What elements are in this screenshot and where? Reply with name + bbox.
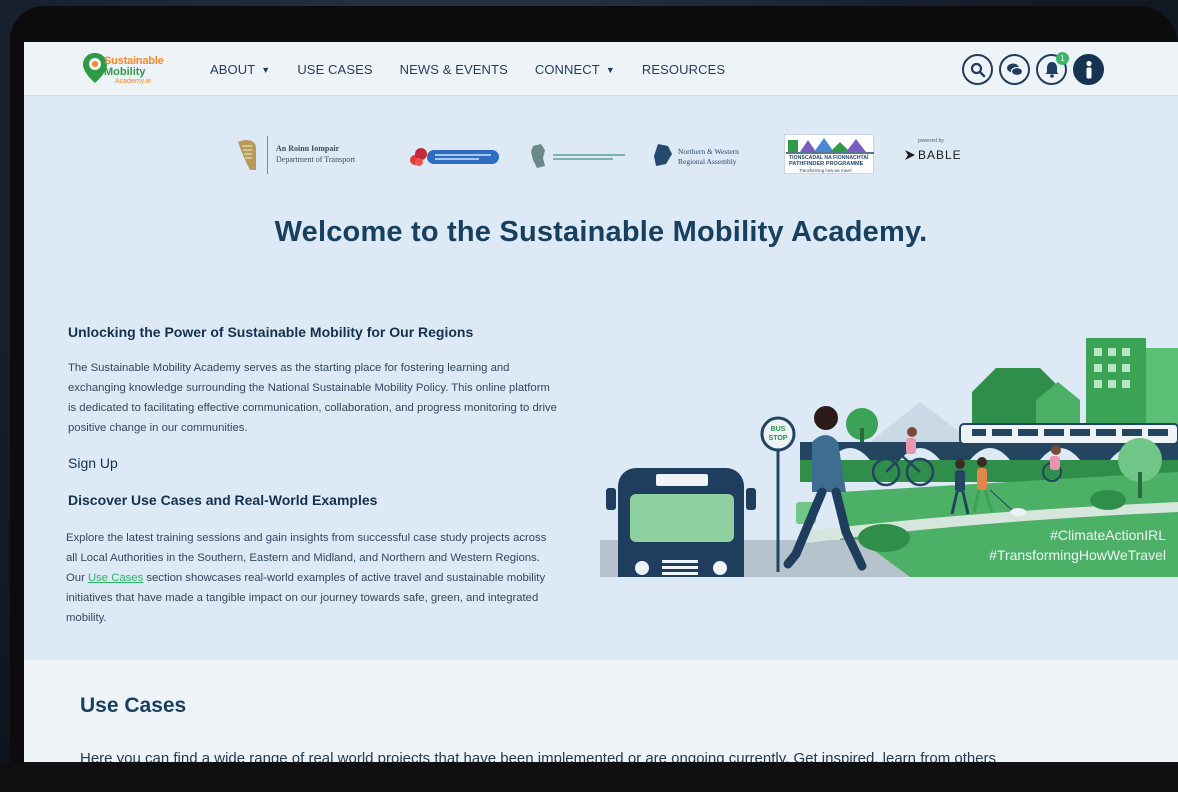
use-cases-heading: Use Cases: [80, 694, 187, 717]
use-cases-intro: Here you can find a wide range of real w…: [80, 750, 997, 762]
partner-logos: An Roinn Iompair Department of Transport: [24, 130, 1178, 180]
section-heading-discover: Discover Use Cases and Real-World Exampl…: [68, 492, 378, 508]
pathfinder-line3: Transforming how we travel: [799, 168, 852, 173]
nav-item-resources[interactable]: RESOURCES: [642, 62, 725, 77]
northern-western-regional-assembly-logo: Northern & Western Regional Assembly: [652, 142, 762, 170]
regional-assembly-mark: [410, 148, 499, 166]
search-icon: [970, 62, 985, 77]
bable-arrow-icon: [905, 150, 915, 160]
hero-illustration: BUS STOP #ClimateActionIRL #Transforming…: [600, 332, 1178, 618]
intro-paragraph: The Sustainable Mobility Academy serves …: [68, 362, 557, 434]
ireland-map-mark: [531, 144, 625, 168]
nwra-map-mark: [654, 144, 672, 166]
nav-item-use-cases[interactable]: USE CASES: [297, 62, 372, 77]
nav-label: USE CASES: [297, 62, 373, 77]
laptop-bottom-edge: [0, 762, 1178, 792]
pathfinder-programme-logo: TIONSCADAL NA FIONNACHTAÍ PATHFINDER PRO…: [784, 134, 874, 174]
use-cases-link[interactable]: Use Cases: [88, 572, 143, 584]
department-of-transport-logo: An Roinn Iompair Department of Transport: [234, 134, 384, 178]
chat-bubbles-icon: [1006, 63, 1023, 76]
bable-name: BABLE: [918, 148, 962, 162]
bus-stop-line1: BUS: [771, 426, 786, 433]
site-logo[interactable]: Sustainable Mobility Academy.ie: [82, 52, 172, 88]
top-navigation: Sustainable Mobility Academy.ie ABOUT ▼ …: [24, 42, 1178, 96]
notifications-button[interactable]: 1: [1036, 52, 1069, 85]
nav-item-news-events[interactable]: NEWS & EVENTS: [400, 62, 508, 77]
bable-logo: powered by BABLE: [904, 138, 974, 168]
bable-powered-text: powered by: [918, 138, 944, 144]
sign-up-link[interactable]: Sign Up: [68, 455, 118, 471]
hashtag-climate-action: #ClimateActionIRL: [1050, 527, 1166, 543]
hashtag-transforming-travel: #TransformingHowWeTravel: [989, 547, 1166, 563]
chat-button[interactable]: [999, 54, 1030, 85]
nav-label: NEWS & EVENTS: [399, 62, 508, 77]
dot-line1: An Roinn Iompair: [276, 144, 340, 153]
sustainable-travel-illustration: BUS STOP #ClimateActionIRL #Transforming…: [600, 338, 1178, 618]
bus-stop-line2: STOP: [769, 435, 788, 442]
info-person-icon: [1085, 60, 1092, 78]
use-cases-section: [24, 660, 1178, 762]
harp-icon: [238, 140, 256, 170]
eastern-midland-regional-assembly-logo: [529, 142, 629, 170]
nwra-line1: Northern & Western: [678, 147, 739, 156]
section-heading-unlocking: Unlocking the Power of Sustainable Mobil…: [68, 324, 474, 340]
chevron-down-icon: ▼: [605, 64, 615, 75]
logo-text-line3: Academy.ie: [115, 78, 152, 85]
nav-item-about[interactable]: ABOUT ▼: [210, 62, 270, 77]
nav-label: ABOUT: [210, 62, 256, 77]
pathfinder-skyline-mark: [786, 138, 874, 154]
accessibility-button[interactable]: [1073, 54, 1104, 85]
nav-label: RESOURCES: [641, 62, 726, 77]
nav-item-connect[interactable]: CONNECT ▼: [535, 62, 615, 77]
header-actions: 1: [962, 52, 1104, 85]
southern-regional-assembly-logo: [407, 144, 502, 166]
page-title: Welcome to the Sustainable Mobility Acad…: [274, 216, 928, 248]
discover-paragraph: Explore the latest training sessions and…: [66, 528, 560, 628]
nav-label: CONNECT: [534, 62, 600, 77]
notification-badge: 1: [1056, 52, 1069, 65]
nwra-line2: Regional Assembly: [678, 157, 737, 166]
dot-line2: Department of Transport: [276, 155, 356, 164]
browser-viewport: Sustainable Mobility Academy.ie ABOUT ▼ …: [24, 42, 1178, 762]
chevron-down-icon: ▼: [261, 64, 271, 75]
pathfinder-line2: PATHFINDER PROGRAMME: [789, 161, 864, 167]
main-menu: ABOUT ▼ USE CASES NEWS & EVENTS CONNECT …: [210, 62, 752, 77]
logo-text-line2: Mobility: [104, 66, 146, 78]
bell-icon: [1045, 62, 1058, 78]
search-button[interactable]: [962, 54, 993, 85]
